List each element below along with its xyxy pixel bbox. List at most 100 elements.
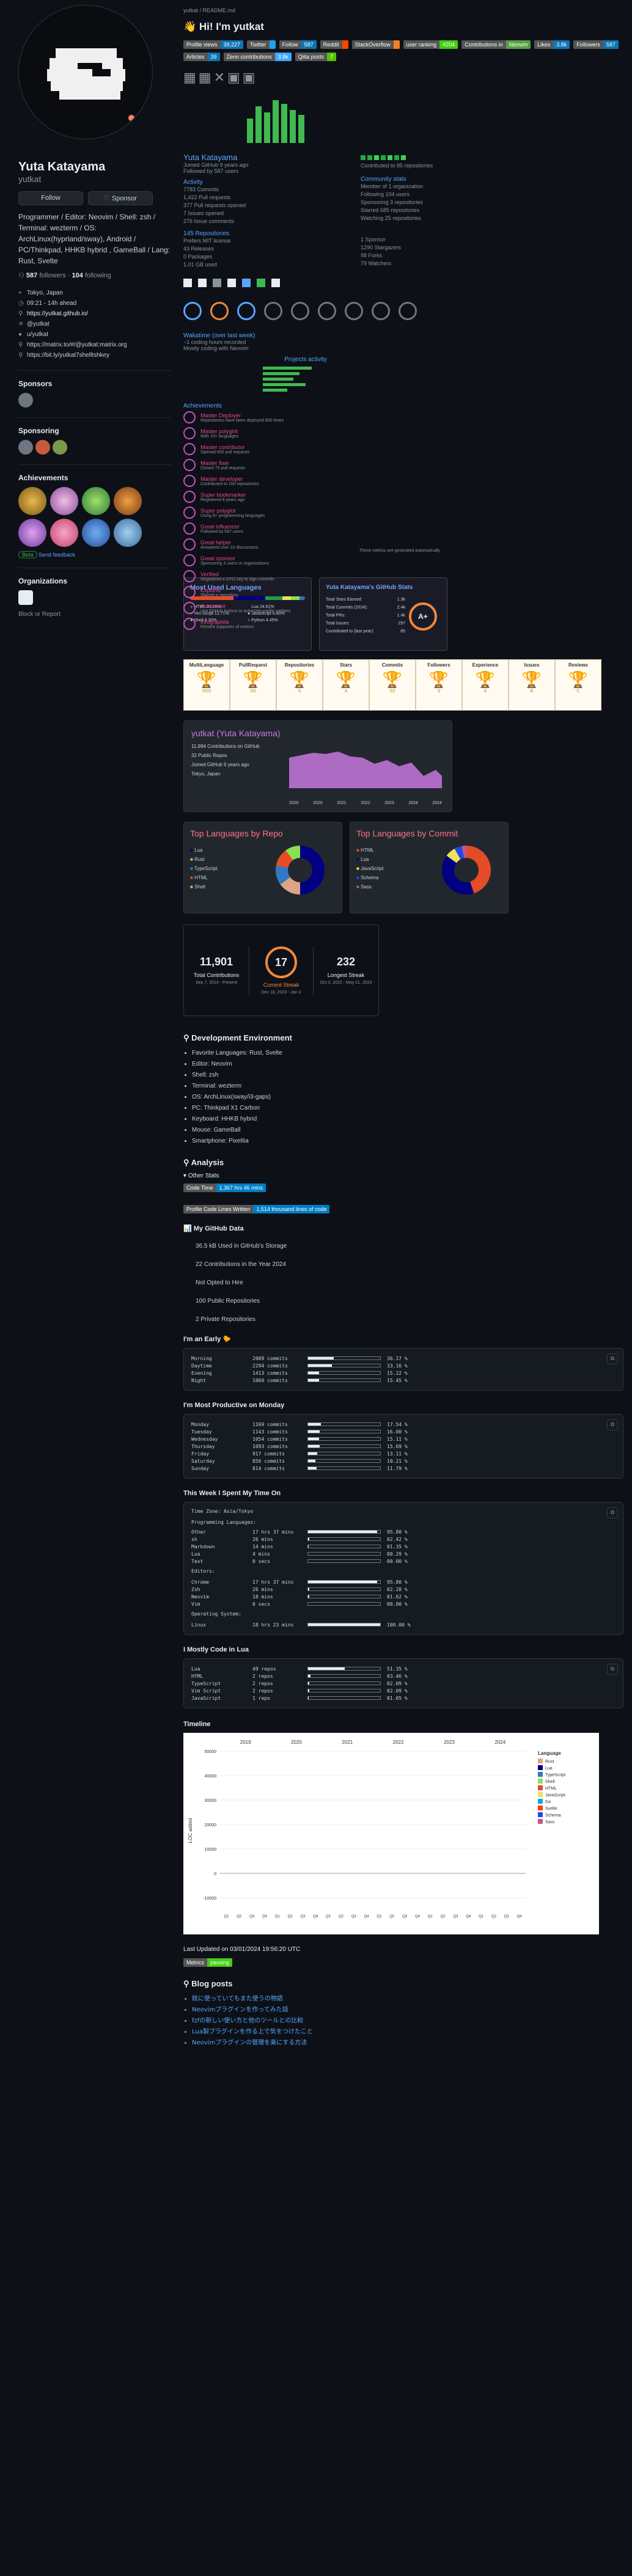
stat-count: 17 hrs 37 mins (252, 1579, 294, 1585)
metrics-header: ▦▦✕▣▣ (183, 70, 623, 149)
feedback-link[interactable]: Send feedback (39, 552, 75, 558)
lang-name: HTML (361, 847, 374, 853)
follow-button[interactable]: Follow (18, 191, 83, 205)
legend-label: Schema (545, 1813, 561, 1818)
organization-avatar[interactable] (18, 590, 33, 605)
stat-percent: 51.35 % (387, 1666, 408, 1672)
code-time-label: Code Time (183, 1184, 216, 1192)
achievement-badge[interactable] (82, 487, 110, 515)
other-stats-toggle[interactable]: ▾ Other Stats (183, 1173, 623, 1179)
blog-title-text: Blog posts (191, 1979, 233, 1988)
progress-bar (307, 1452, 381, 1455)
stat-name: JavaScript (191, 1695, 221, 1701)
readme-badge[interactable]: Followers 587 (573, 40, 619, 49)
metrics-badge-value: passing (207, 1958, 233, 1967)
stat-line: Monday 1169 commits 17.54 % (191, 1421, 615, 1428)
bitly-link[interactable]: https://bit.ly/yutkat7shelltshkey (27, 352, 109, 359)
twitter-link[interactable]: @yutkat (27, 321, 50, 327)
achievement-icon (183, 443, 196, 455)
following-count[interactable]: 104 (72, 272, 83, 279)
copy-icon[interactable]: ⧉ (607, 1353, 618, 1364)
link-icon[interactable]: ⚲ (183, 1033, 191, 1042)
stat-name: Morning (191, 1355, 212, 1361)
achievement-desc: Fervent supporter of metrics (200, 624, 254, 629)
commit-lang-item: ■ HTML (356, 846, 442, 855)
achievement-icon (183, 475, 196, 487)
reddit-link[interactable]: u/yutkat (27, 331, 48, 338)
readme-badge[interactable]: Reddit (320, 40, 348, 49)
sponsoring-avatar[interactable] (53, 440, 67, 455)
blog-post-link[interactable]: fzfの新しい使い方と他のツールとの比較 (192, 2016, 623, 2027)
achievement-row: Master fixer Closed 75 pull requests (183, 457, 623, 473)
metrics-badge[interactable]: Metrics passing (183, 1958, 623, 1967)
readme-badge[interactable]: Articles 39 (183, 53, 220, 61)
stat-line: Thursday 1093 commits 15.69 % (191, 1443, 615, 1450)
readme-badge[interactable]: Zenn contributions 3.8k (223, 53, 292, 61)
copy-icon[interactable]: ⧉ (607, 1507, 618, 1518)
avatar[interactable] (18, 5, 153, 139)
readme-badge[interactable]: Twitter (247, 40, 276, 49)
followers-count[interactable]: 587 (26, 272, 37, 279)
achievement-icon (183, 602, 196, 614)
lang-name: HTML (194, 875, 208, 880)
blog-post-link[interactable]: Lua製プラグインを作る上で気をつけたこと (192, 2027, 623, 2038)
website-link[interactable]: https://yutkat.github.io/ (27, 310, 88, 317)
followers-label[interactable]: followers (39, 272, 65, 279)
achievement-row: Super polyglot Using 9+ programming langu… (183, 505, 623, 521)
legend-swatch (538, 1765, 543, 1770)
sponsoring-avatar[interactable] (18, 440, 33, 455)
readme-badge[interactable]: Contributions in Neovim (461, 40, 531, 49)
link-icon[interactable]: ⚲ (183, 1158, 191, 1167)
legend-label: Shell (545, 1780, 555, 1784)
sponsor-button[interactable]: ♡ Sponsor (88, 191, 153, 205)
sponsoring-avatar[interactable] (35, 440, 50, 455)
achievement-badge[interactable] (18, 519, 46, 547)
following-label[interactable]: following (85, 272, 111, 279)
readme-badge[interactable]: Qiita posts 7 (295, 53, 337, 61)
repos-title: 145 Repositories (183, 230, 230, 237)
achievement-badge[interactable] (50, 519, 78, 547)
badge-label: Articles (183, 53, 208, 61)
link-icon[interactable]: ⚲ (183, 1979, 191, 1988)
achievement-icon (183, 618, 196, 630)
block-report-link[interactable]: Block or Report (18, 611, 171, 618)
dev-env-item: Mouse: GameBall (192, 1125, 623, 1136)
user-card-name[interactable]: Yuta Katayama (183, 153, 336, 162)
readme-badge[interactable]: Profile views 39,227 (183, 40, 244, 49)
gh-data-title: 📊 My GitHub Data (183, 1224, 623, 1232)
copy-icon[interactable]: ⧉ (607, 1664, 618, 1675)
achievement-badge[interactable] (18, 487, 46, 515)
stat-percent: 13.11 % (387, 1451, 408, 1457)
stat-line: Morning 2009 commits 36.17 % (191, 1355, 615, 1362)
stat-count: 917 commits (252, 1451, 285, 1457)
achievement-badge[interactable] (82, 519, 110, 547)
achievement-icon (183, 411, 196, 423)
stat-count: 1169 commits (252, 1421, 288, 1427)
blog-post-link[interactable]: Neovimプラグインを作ってみた話 (192, 2005, 623, 2016)
breadcrumb[interactable]: yutkat / README.md (183, 7, 623, 13)
activity-item: 377 Pull requests opened (183, 202, 246, 208)
readme-badge[interactable]: StackOverflow (351, 40, 400, 49)
progress-bar (307, 1356, 381, 1360)
achievement-badge[interactable] (114, 519, 142, 547)
readme-badge[interactable]: Likes 3.8k (534, 40, 570, 49)
readme-badge[interactable]: Follow 587 (279, 40, 317, 49)
blog-post-link[interactable]: 既に使っていてもまた使うの物語 (192, 1994, 623, 2005)
achievement-row: Master contributor Opened 800 pull reques… (183, 441, 623, 457)
achievement-badge[interactable] (50, 487, 78, 515)
copy-icon[interactable]: ⧉ (607, 1419, 618, 1430)
legend-title: Language (538, 1751, 561, 1756)
sponsor-avatar[interactable] (18, 393, 33, 408)
readme-badge[interactable]: user ranking #204 (403, 40, 458, 49)
quarter-label: Q1 (428, 1915, 433, 1919)
achievement-badge[interactable] (114, 487, 142, 515)
stat-percent: 16.00 % (387, 1429, 408, 1435)
streak-total-label: Total Contributions (193, 972, 240, 978)
quarter-label: Q1 (479, 1915, 484, 1919)
stat-line: Lua 49 repos 51.35 % (191, 1665, 615, 1672)
progress-bar (307, 1444, 381, 1448)
blog-post-link[interactable]: Neovimプラグインの管理を楽にする方法 (192, 2038, 623, 2049)
status-icon[interactable] (127, 113, 136, 123)
matrix-link[interactable]: https://matrix.to/#/@yutkat:matrix.org (27, 342, 127, 348)
lua-code-block: ⧉ Lua 49 repos 51.35 % HTML 2 repos 03.46 % Typ… (183, 1658, 623, 1708)
